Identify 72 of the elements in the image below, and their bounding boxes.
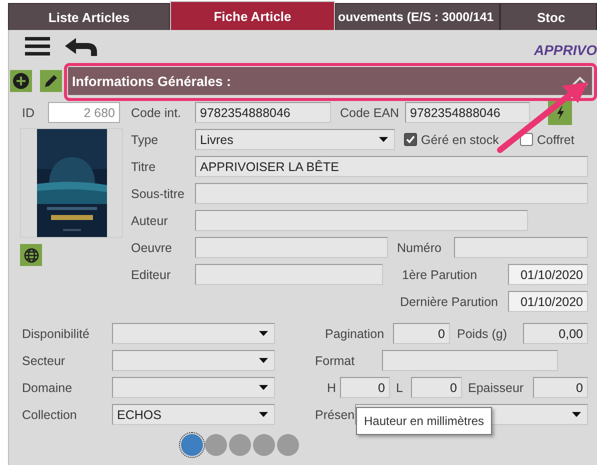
input-field[interactable] <box>195 237 388 258</box>
field-label: Code EAN <box>340 106 400 120</box>
dropdown[interactable] <box>112 377 275 398</box>
caret-icon <box>379 137 388 142</box>
tab[interactable]: Stoc <box>500 3 597 30</box>
section-header[interactable]: Informations Générales : <box>68 67 592 95</box>
input-field[interactable]: APPRIVOISER LA BÊTE <box>195 156 588 177</box>
globe-button[interactable] <box>20 244 42 266</box>
field-label: Format <box>315 354 356 368</box>
back-arrow-icon[interactable] <box>65 38 97 56</box>
field-label: Editeur <box>131 268 172 282</box>
input-field[interactable]: 0 <box>411 377 462 398</box>
dropdown[interactable] <box>112 323 275 344</box>
field-label: 1ère Parution <box>402 268 478 282</box>
dropdown[interactable] <box>112 350 275 371</box>
field-label: Auteur <box>131 214 169 228</box>
field-label: Pagination <box>325 326 386 340</box>
tooltip: Hauteur en millimètres <box>356 407 492 435</box>
field-label: Titre <box>131 160 157 174</box>
field-label: Disponibilité <box>22 326 90 340</box>
caret-icon <box>259 358 268 363</box>
globe-icon <box>24 248 38 262</box>
dropdown[interactable]: Livres <box>195 129 395 150</box>
section-title: Informations Générales : <box>72 74 232 88</box>
caret-icon <box>259 412 268 417</box>
input-field[interactable]: 0 <box>393 323 450 344</box>
input-field[interactable] <box>382 350 558 371</box>
record-title: APPRIVO <box>534 42 597 58</box>
field-label: Oeuvre <box>131 240 173 254</box>
field-label: H <box>327 380 338 394</box>
date-field[interactable]: 01/10/2020 <box>508 264 588 285</box>
input-field[interactable] <box>454 237 588 258</box>
caret-icon <box>259 331 268 336</box>
tab[interactable]: Liste Articles <box>8 3 170 30</box>
caret-icon <box>572 412 581 417</box>
field-label: Numéro <box>397 240 442 254</box>
edit-button[interactable] <box>40 70 62 92</box>
input-field[interactable]: 9782354888046 <box>195 102 331 123</box>
input-field[interactable] <box>195 264 383 285</box>
field-label: Secteur <box>22 354 66 368</box>
field-label: Epaisseur <box>468 380 525 394</box>
pencil-icon <box>43 73 59 89</box>
menu-icon[interactable] <box>25 37 50 56</box>
field-label: Collection <box>22 408 78 422</box>
input-field[interactable]: 0 <box>340 377 390 398</box>
plus-icon <box>13 73 29 89</box>
tab[interactable]: ouvements (E/S : 3000/141 <box>335 3 500 30</box>
input-field[interactable]: 2 680 <box>48 102 120 123</box>
field-label: Domaine <box>22 380 74 394</box>
field-label: Poids (g) <box>457 326 508 340</box>
lightning-icon <box>556 106 564 120</box>
field-label: Type <box>131 132 160 146</box>
field-label: Présen <box>315 408 355 422</box>
input-field[interactable]: 0,00 <box>523 323 588 344</box>
checkbox[interactable] <box>404 133 417 146</box>
tab[interactable]: Fiche Article <box>170 1 335 30</box>
input-field[interactable]: 9782354888046 <box>405 102 530 123</box>
add-button[interactable] <box>10 70 32 92</box>
date-field[interactable]: 01/10/2020 <box>508 291 588 312</box>
chevron-up-icon[interactable] <box>572 76 588 86</box>
input-field[interactable] <box>195 210 528 231</box>
field-label: Code int. <box>131 106 182 120</box>
input-field[interactable] <box>195 183 588 204</box>
field-label: ID <box>22 106 36 120</box>
dropdown[interactable]: ECHOS <box>112 404 275 425</box>
checkbox-label: Géré en stock <box>421 132 499 146</box>
checkbox-label: Coffret <box>537 132 574 146</box>
caret-icon <box>259 385 268 390</box>
field-label: Dernière Parution <box>400 294 499 308</box>
input-field[interactable]: 0 <box>533 377 588 398</box>
field-label: L <box>396 380 404 394</box>
field-label: Sous-titre <box>131 186 186 200</box>
